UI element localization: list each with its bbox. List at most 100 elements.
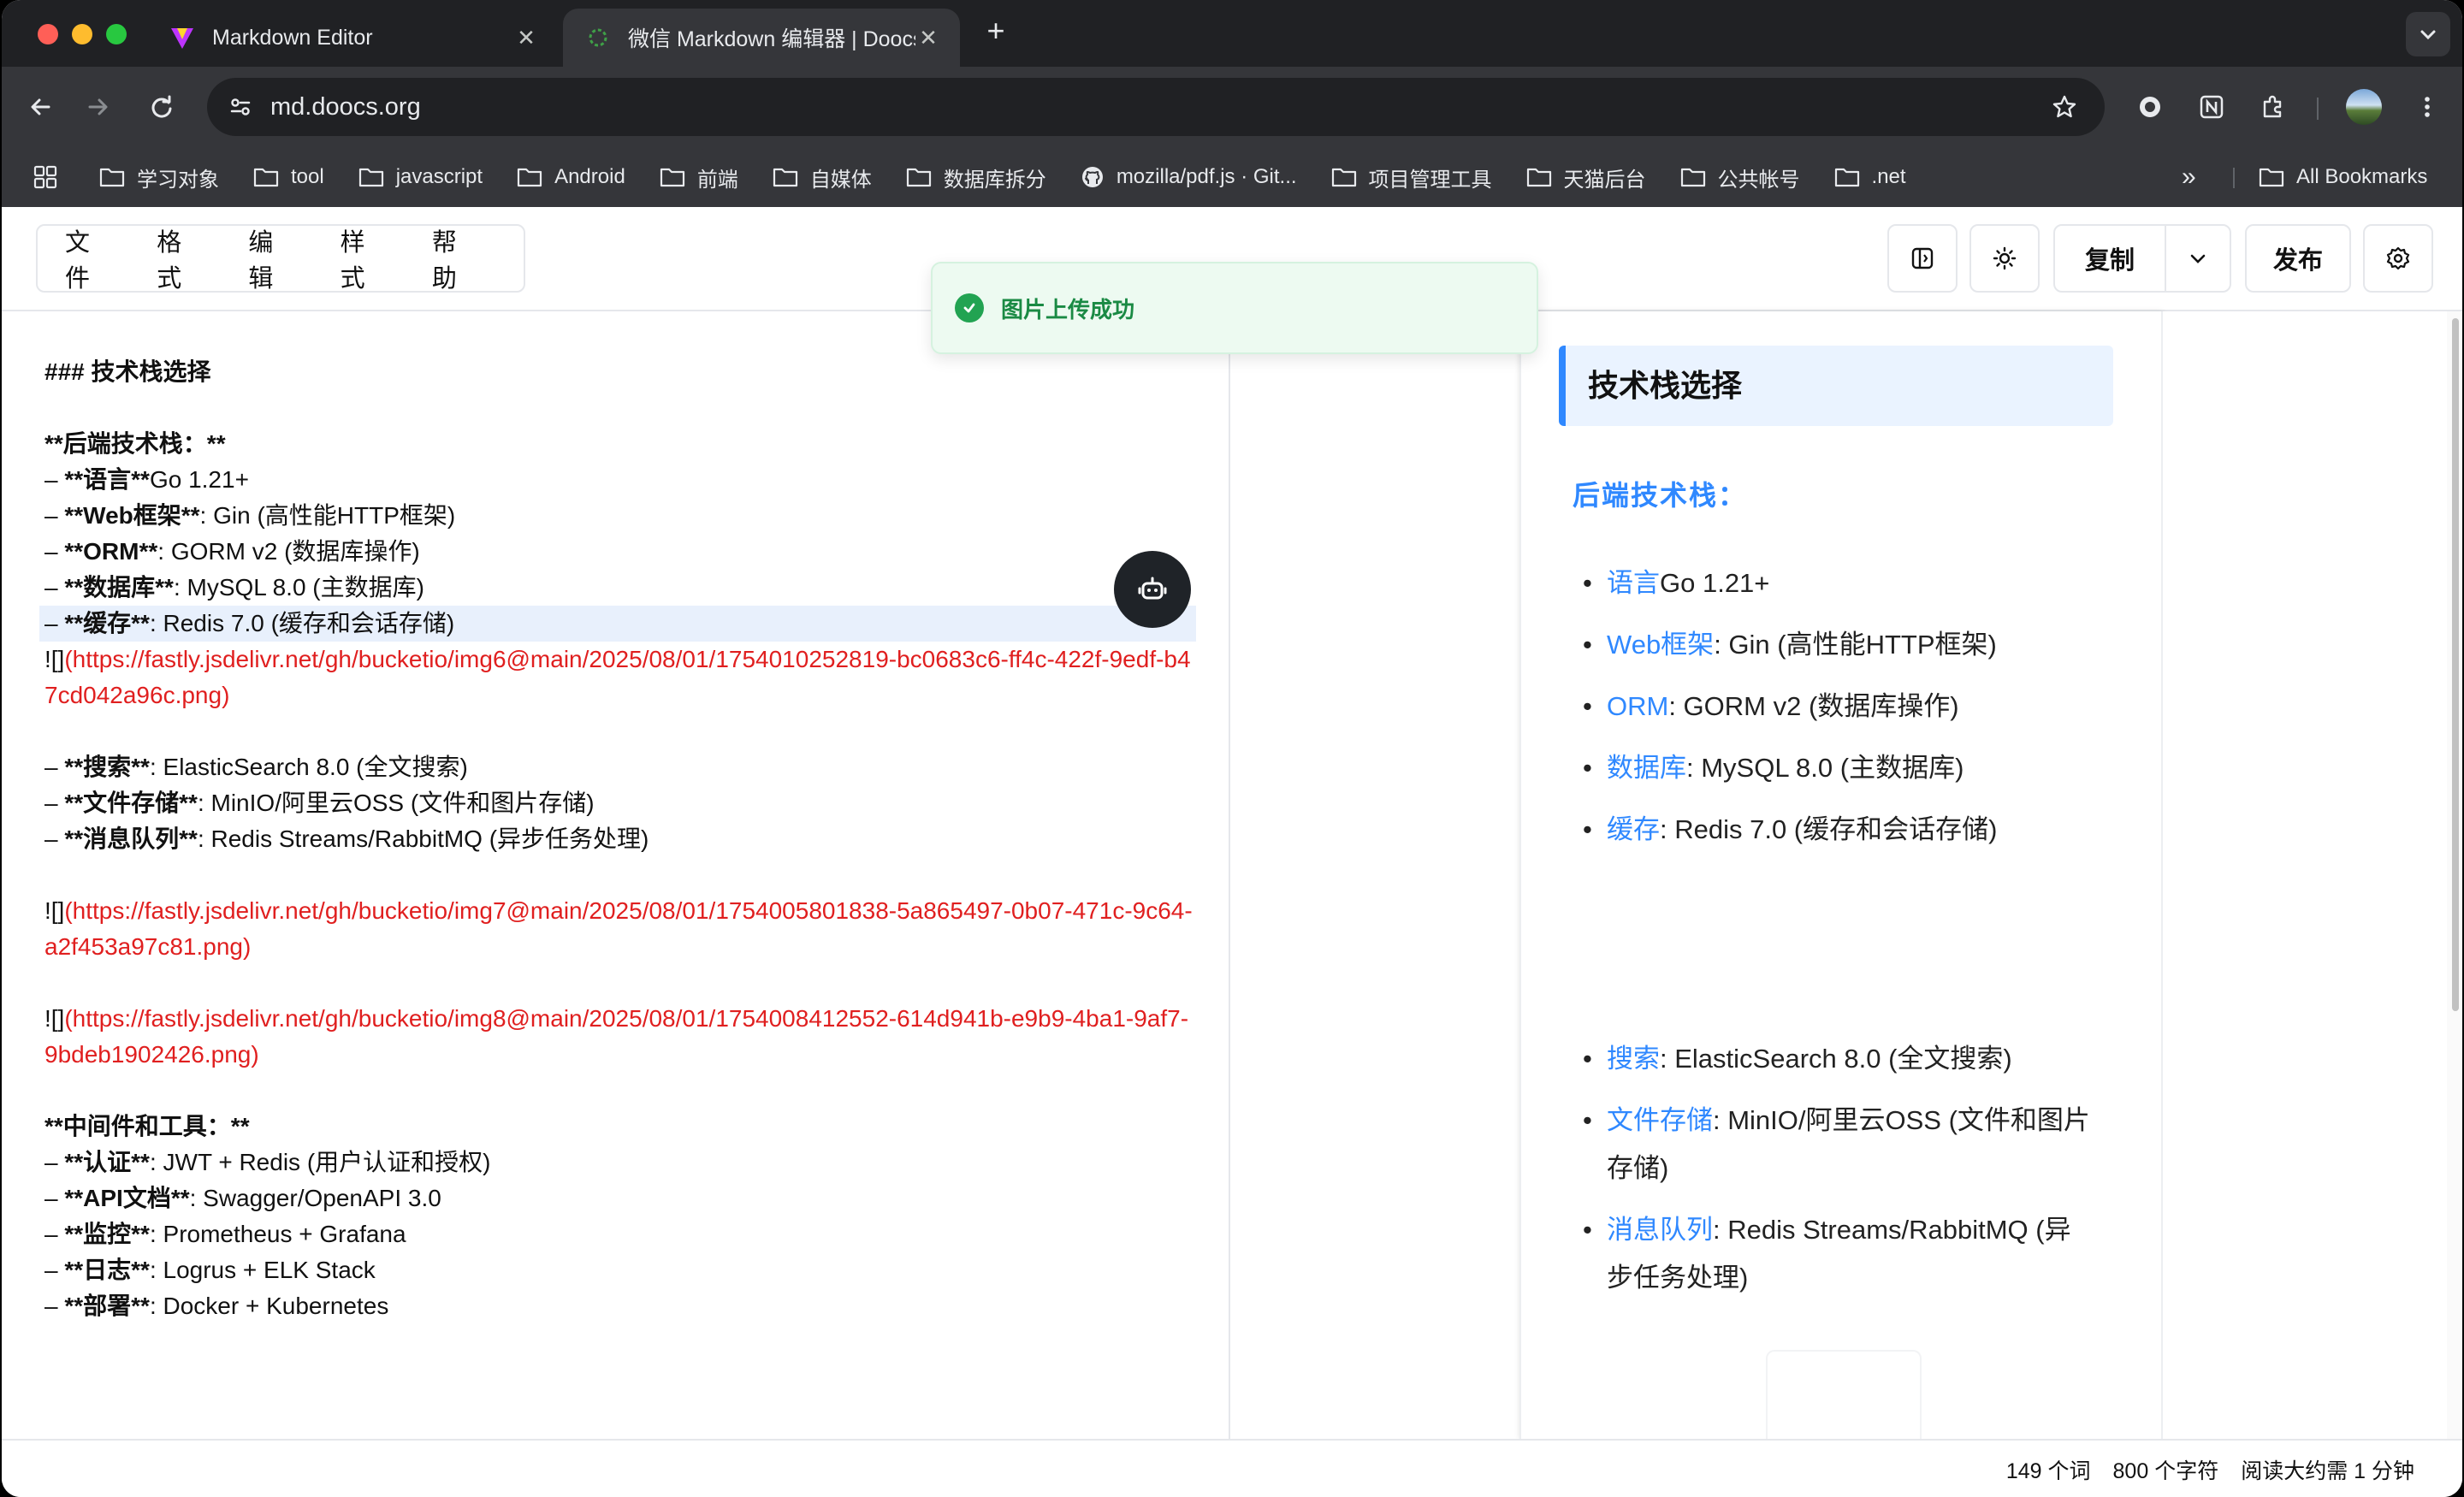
more-bookmarks-button[interactable]: »: [2182, 147, 2196, 207]
settings-button[interactable]: [2363, 224, 2433, 293]
image-url: (https://fastly.jsdelivr.net/gh/bucketio…: [44, 897, 1193, 960]
line-text: : Prometheus + Grafana: [149, 1221, 406, 1247]
arrow-left-icon: [31, 98, 50, 115]
editor-content[interactable]: ### 技术栈选择 **后端技术栈：** – **语言**Go 1.21+ – **W…: [39, 354, 1199, 1324]
line-text: : JWT + Redis (用户认证和授权): [149, 1149, 491, 1175]
editor-line: – **文件存储**: MinIO/阿里云OSS (文件和图片存储): [44, 785, 1199, 821]
ai-assistant-button[interactable]: [1114, 551, 1191, 628]
scrollbar[interactable]: [2447, 311, 2462, 1439]
preview-item-key: ORM: [1607, 691, 1669, 721]
line-prefix: –: [44, 1293, 65, 1319]
line-bold-text: **缓存**: [64, 610, 150, 636]
bookmark-list: 学习对象 tool javascript Android 前端 自媒体 数据库拆分 mozil…: [99, 163, 1940, 192]
editor-line: – **API文档**: Swagger/OpenAPI 3.0: [44, 1180, 1199, 1216]
line-text: : Logrus + ELK Stack: [149, 1257, 376, 1283]
panel-toggle-icon: [1911, 247, 1934, 269]
menu-format[interactable]: 格式: [157, 222, 205, 294]
tab-search-button[interactable]: [2406, 12, 2450, 56]
image-url: (https://fastly.jsdelivr.net/gh/bucketio…: [44, 646, 1191, 708]
apps-grid-icon[interactable]: [33, 164, 58, 190]
bookmark-item[interactable]: 项目管理工具: [1331, 163, 1492, 192]
preview-subheading: 后端技术栈：: [1573, 480, 1748, 511]
tab-title: Markdown Editor: [212, 25, 373, 50]
scrollbar-thumb[interactable]: [2452, 318, 2459, 1011]
all-bookmarks-button[interactable]: All Bookmarks: [2259, 147, 2427, 207]
line-text: : Redis 7.0 (缓存和会话存储): [149, 610, 455, 636]
bookmark-label: 数据库拆分: [943, 168, 1046, 192]
bookmark-item[interactable]: .net: [1834, 165, 1906, 189]
line-prefix: –: [44, 610, 65, 636]
bookmark-item[interactable]: mozilla/pdf.js · Git...: [1081, 165, 1297, 189]
editor-line: ### 技术栈选择: [44, 354, 1199, 390]
copy-options-button[interactable]: [2166, 226, 2230, 291]
profile-avatar[interactable]: [2346, 89, 2382, 125]
bookmark-item[interactable]: Android: [517, 165, 625, 189]
tab-close-icon[interactable]: ✕: [513, 25, 539, 51]
tab-close-icon[interactable]: ✕: [915, 25, 941, 51]
menu-edit[interactable]: 编辑: [248, 222, 297, 294]
more-menu-icon[interactable]: [2406, 86, 2449, 128]
check-circle-icon: [955, 293, 984, 322]
menu-bar: 文件 格式 编辑 样式 帮助: [36, 224, 525, 293]
maximize-window-button[interactable]: [106, 24, 127, 44]
site-settings-icon[interactable]: [219, 86, 262, 128]
line-prefix: –: [44, 502, 65, 529]
minimize-window-button[interactable]: [72, 24, 92, 44]
preview-list-item: 文件存储: MinIO/阿里云OSS (文件和图片存储): [1583, 1097, 2096, 1192]
line-prefix: –: [44, 1149, 65, 1175]
bookmark-item[interactable]: tool: [253, 165, 324, 189]
preview-item-key: 数据库: [1607, 753, 1686, 783]
line-prefix: –: [44, 466, 65, 493]
close-window-button[interactable]: [38, 24, 58, 44]
bookmark-star-icon[interactable]: [2043, 86, 2086, 128]
folder-icon: [99, 168, 125, 187]
bookmark-item[interactable]: 学习对象: [99, 163, 219, 192]
forward-button[interactable]: [77, 86, 120, 128]
bookmark-item[interactable]: 数据库拆分: [906, 163, 1046, 192]
browser-window: Markdown Editor ✕ 微信 Markdown 编辑器 | Dooc…: [2, 0, 2462, 1497]
sun-icon: [1993, 246, 2017, 270]
extensions-puzzle-icon[interactable]: [2252, 86, 2295, 128]
tab-wechat-markdown[interactable]: 微信 Markdown 编辑器 | Doocs ✕: [563, 9, 960, 67]
editor-line: – **日志**: Logrus + ELK Stack: [44, 1252, 1199, 1288]
theme-toggle-button[interactable]: [1969, 224, 2040, 293]
line-prefix: –: [44, 538, 65, 565]
preview-item-key: 消息队列: [1607, 1215, 1713, 1245]
menu-file[interactable]: 文件: [65, 222, 114, 294]
line-bold-text: **中间件和工具：**: [44, 1113, 250, 1139]
line-bold-text: **数据库**: [64, 574, 174, 601]
preview-item-text: : MySQL 8.0 (主数据库): [1686, 753, 1964, 783]
line-text: : ElasticSearch 8.0 (全文搜索): [149, 754, 468, 780]
menu-help[interactable]: 帮助: [432, 222, 481, 294]
reload-button[interactable]: [140, 86, 183, 128]
bookmark-label: 项目管理工具: [1368, 168, 1492, 192]
folder-icon: [253, 168, 279, 187]
markdown-editor[interactable]: ### 技术栈选择 **后端技术栈：** – **语言**Go 1.21+ – **W…: [2, 311, 1230, 1439]
back-button[interactable]: [19, 86, 62, 128]
preview-item-text: : Redis 7.0 (缓存和会话存储): [1660, 814, 1998, 844]
preview-item-text: : Gin (高性能HTTP框架): [1714, 630, 1997, 660]
new-tab-button[interactable]: +: [979, 14, 1013, 48]
bookmark-label: 前端: [696, 168, 738, 192]
extension-icon[interactable]: [2129, 86, 2171, 128]
line-bold-text: **认证**: [64, 1149, 150, 1175]
address-bar[interactable]: md.doocs.org: [207, 78, 2105, 136]
toggle-sidebar-button[interactable]: [1887, 224, 1958, 293]
preview-list-item: 语言Go 1.21+: [1583, 559, 2096, 607]
document-stats: 149 个词 800 个字符 阅读大约需 1 分钟: [1984, 1441, 2414, 1497]
notion-icon[interactable]: [2190, 86, 2233, 128]
vite-logo-icon: [169, 25, 195, 50]
menu-style[interactable]: 样式: [341, 222, 389, 294]
arrow-right-icon: [88, 98, 108, 115]
bookmark-item[interactable]: 前端: [660, 163, 738, 192]
preview-list-item: 数据库: MySQL 8.0 (主数据库): [1583, 744, 2096, 792]
tab-markdown-editor[interactable]: Markdown Editor ✕: [147, 9, 558, 67]
bookmark-item[interactable]: 自媒体: [773, 163, 872, 192]
bookmark-item[interactable]: 公共帐号: [1680, 163, 1800, 192]
preview-item-key: 文件存储: [1607, 1105, 1713, 1135]
publish-button[interactable]: 发布: [2245, 224, 2351, 293]
bookmark-item[interactable]: javascript: [358, 165, 483, 189]
copy-button[interactable]: 复制: [2055, 226, 2166, 291]
bookmark-item[interactable]: 天猫后台: [1526, 163, 1646, 192]
folder-icon: [2259, 168, 2284, 187]
